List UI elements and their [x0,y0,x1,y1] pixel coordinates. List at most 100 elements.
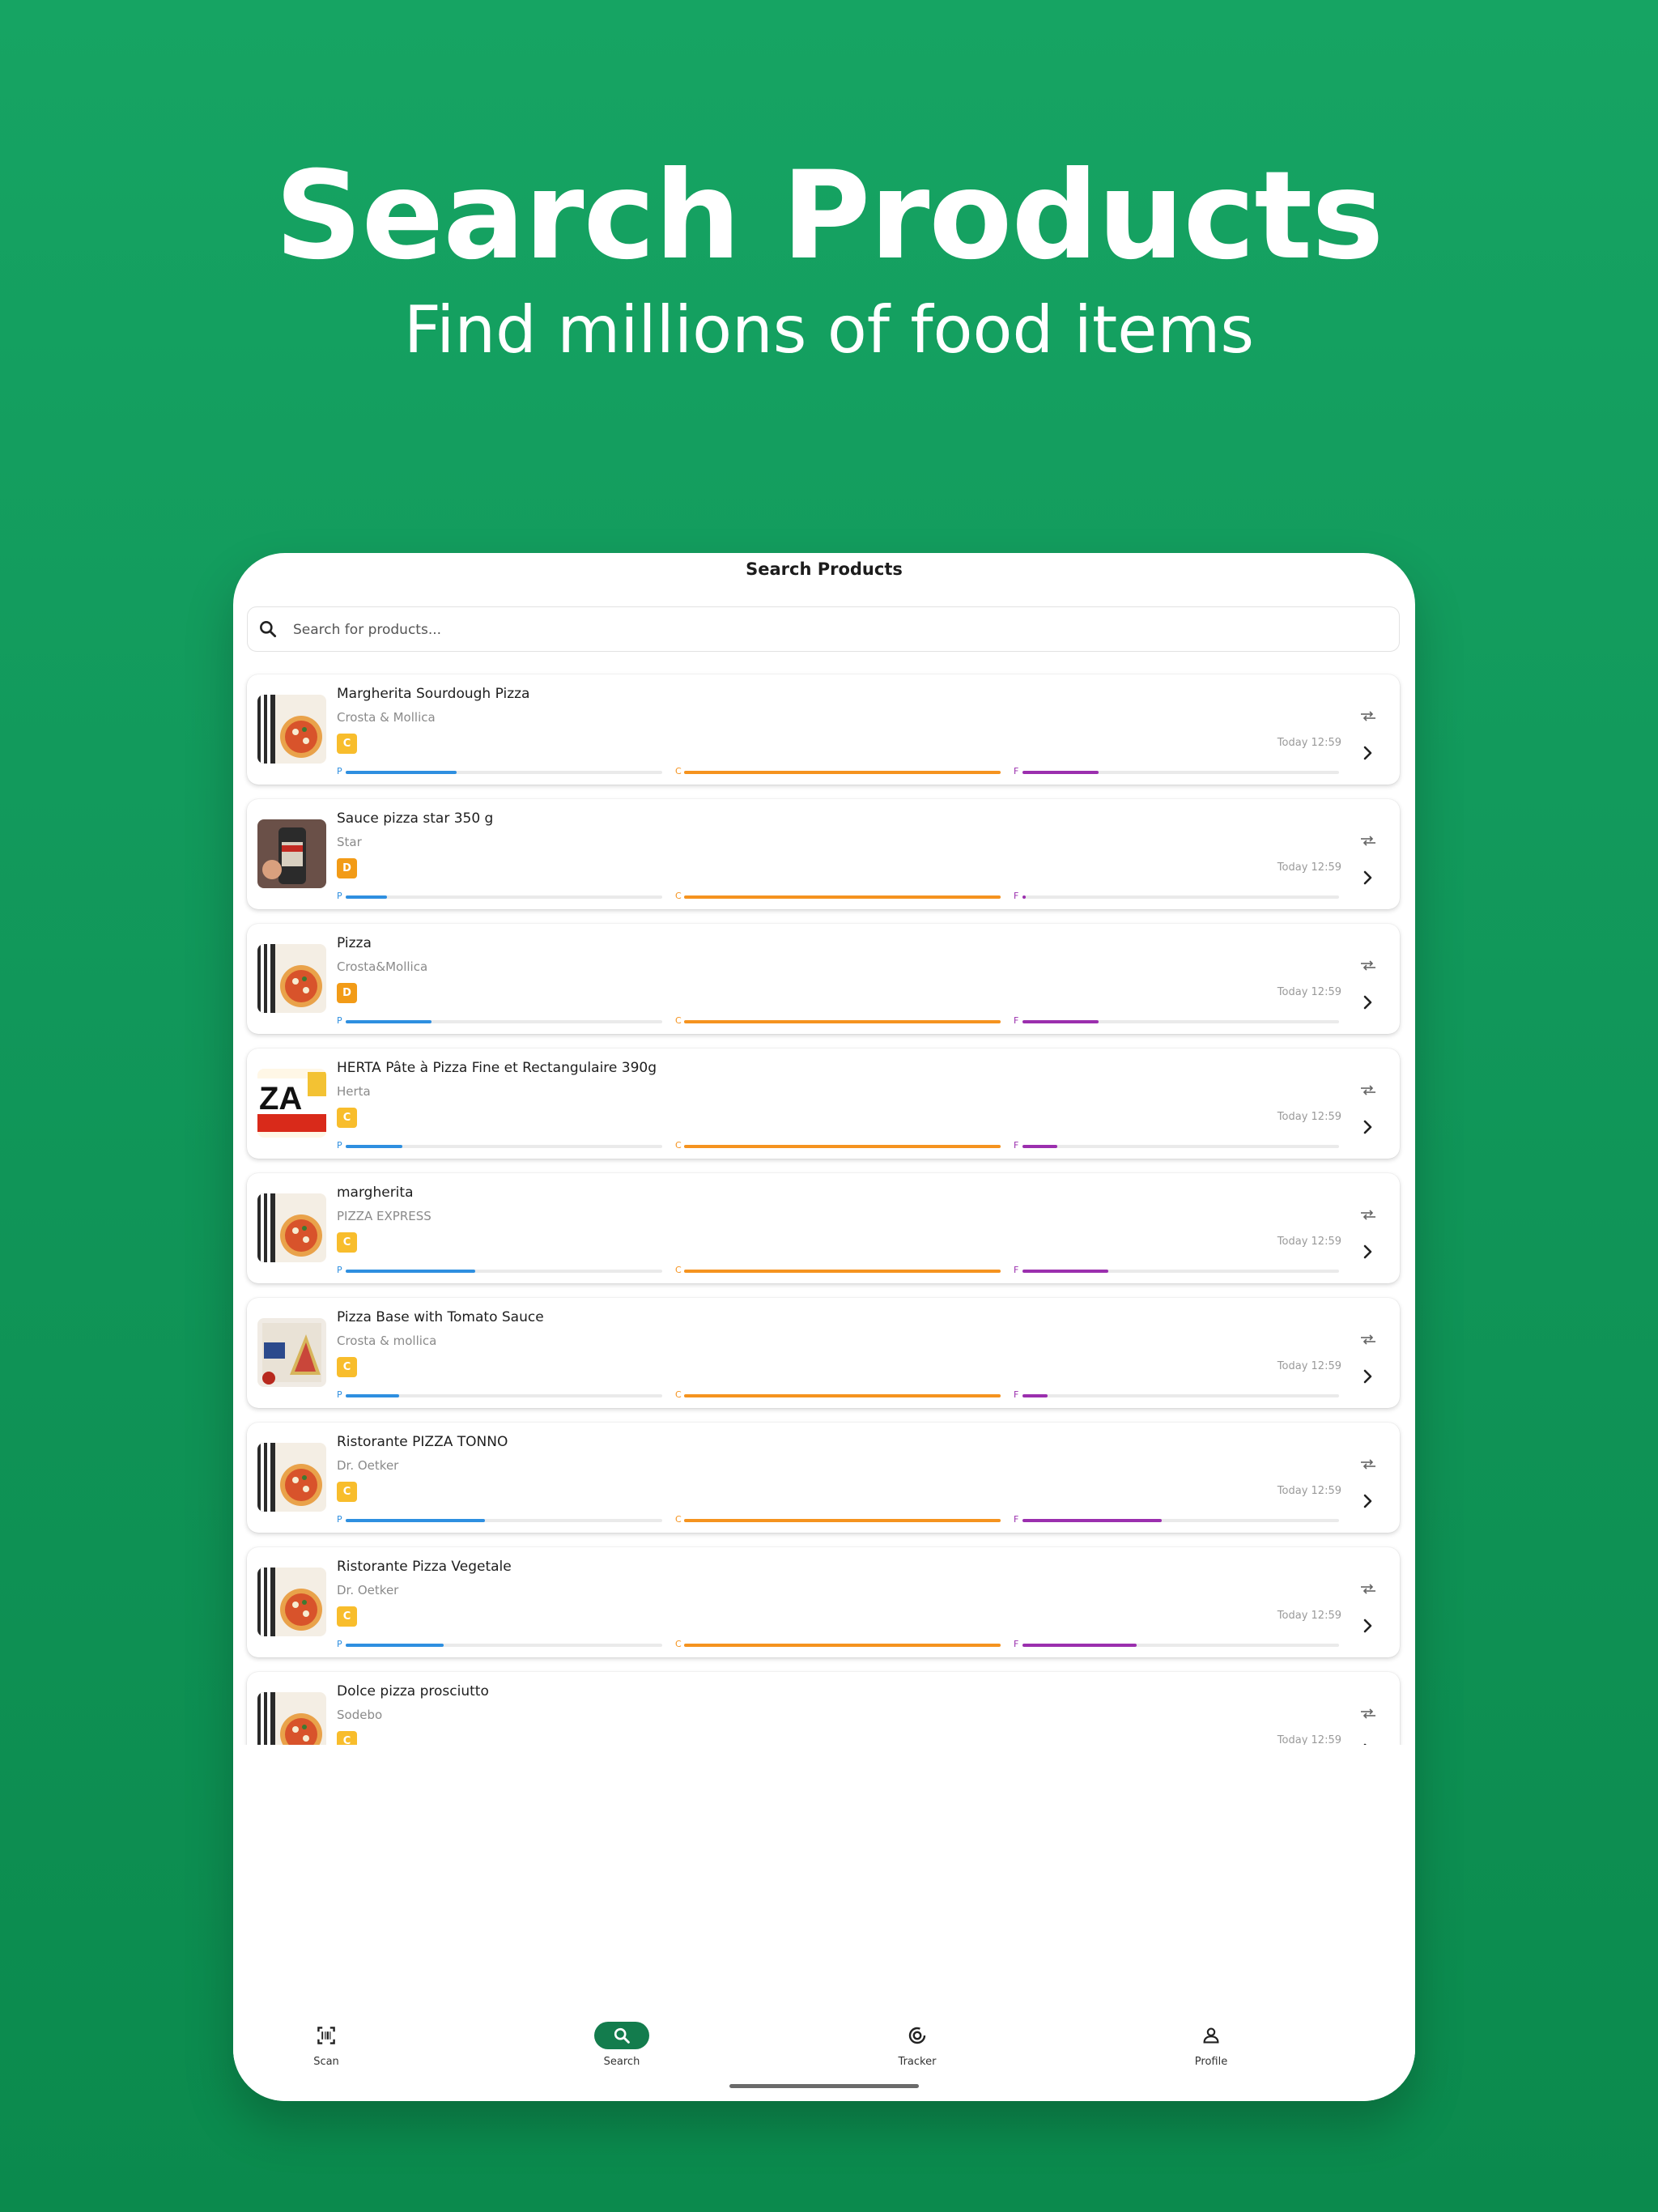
product-image [257,1568,326,1636]
compare-icon[interactable] [1359,1084,1377,1095]
product-brand: Dr. Oetker [337,1583,399,1597]
product-card[interactable]: Dolce pizza prosciutto Sodebo C Today 12… [247,1672,1400,1745]
chevron-right-icon[interactable] [1363,1243,1374,1261]
nutri-grade-badge: C [337,1731,357,1745]
product-name: HERTA Pâte à Pizza Fine et Rectangulaire… [337,1060,657,1076]
nav-search-pill[interactable] [594,2022,649,2049]
pizza-box-icon [257,944,326,1013]
compare-icon[interactable] [1359,835,1377,846]
nutri-grade-badge: C [337,734,357,754]
product-name: Ristorante Pizza Vegetale [337,1559,512,1575]
product-name: Sauce pizza star 350 g [337,810,494,827]
product-timestamp: Today 12:59 [1277,1360,1341,1372]
fat-fill [1022,1145,1057,1148]
product-name: Dolce pizza prosciutto [337,1683,489,1699]
nav-label: Profile [1194,2056,1228,2068]
fat-fill [1022,1020,1099,1023]
fat-label: F [1014,891,1019,901]
product-card[interactable]: Pizza Base with Tomato Sauce Crosta & mo… [247,1298,1400,1408]
chevron-right-icon[interactable] [1363,744,1374,762]
nutri-grade-badge: C [337,1482,357,1502]
fat-fill [1022,771,1099,774]
search-bar[interactable] [247,606,1400,652]
product-image: ZA [257,1069,326,1138]
tablet-screen: Search Products Margherita Sourdough Piz… [233,553,1415,2101]
protein-label: P [337,891,342,901]
product-card[interactable]: ZA HERTA Pâte à Pizza Fine et Rectangula… [247,1049,1400,1159]
protein-fill [346,1644,444,1647]
chevron-right-icon[interactable] [1363,1368,1374,1385]
nav-scan-pill[interactable] [299,2022,354,2049]
nav-tracker-pill[interactable] [890,2022,945,2049]
pizza-box-icon [257,1193,326,1262]
protein-label: P [337,1639,342,1649]
carbs-bar: C [675,1514,1001,1525]
compare-icon[interactable] [1359,1209,1377,1220]
compare-icon[interactable] [1359,710,1377,721]
fat-label: F [1014,1265,1019,1275]
protein-fill [346,771,457,774]
compare-icon[interactable] [1359,1334,1377,1345]
product-timestamp: Today 12:59 [1277,1734,1341,1745]
chevron-right-icon[interactable] [1363,993,1374,1011]
chevron-right-icon[interactable] [1363,1617,1374,1635]
fat-bar: F [1014,1389,1339,1401]
product-card[interactable]: Ristorante PIZZA TONNO Dr. Oetker C Toda… [247,1423,1400,1533]
chevron-right-icon[interactable] [1363,1742,1374,1745]
compare-icon[interactable] [1359,1458,1377,1470]
chevron-right-icon[interactable] [1363,1118,1374,1136]
protein-label: P [337,1015,342,1026]
carbs-bar: C [675,1015,1001,1027]
carbs-fill [684,1394,1001,1397]
product-name: Margherita Sourdough Pizza [337,686,530,702]
sauce-jar-icon [257,819,326,888]
fat-bar: F [1014,1639,1339,1650]
dough-pack-icon: ZA [257,1069,326,1138]
protein-fill [346,1020,432,1023]
product-image [257,1443,326,1512]
compare-icon[interactable] [1359,959,1377,971]
search-input[interactable] [291,614,1380,646]
nav-label: Search [603,2056,640,2068]
fat-bar: F [1014,1265,1339,1276]
product-list[interactable]: Margherita Sourdough Pizza Crosta & Moll… [233,668,1415,1745]
product-brand: Herta [337,1084,371,1099]
product-image [257,819,326,888]
carbs-bar: C [675,1389,1001,1401]
protein-bar: P [337,1015,662,1027]
page-title: Search Products [746,559,903,579]
nav-profile-pill[interactable] [1184,2022,1239,2049]
carbs-fill [684,895,1001,899]
product-card[interactable]: Ristorante Pizza Vegetale Dr. Oetker C T… [247,1547,1400,1657]
protein-bar: P [337,766,662,777]
product-card[interactable]: Sauce pizza star 350 g Star D Today 12:5… [247,799,1400,909]
compare-icon[interactable] [1359,1583,1377,1594]
product-brand: PIZZA EXPRESS [337,1209,432,1223]
protein-bar: P [337,1514,662,1525]
pizza-base-icon [257,1318,326,1387]
protein-fill [346,1519,486,1522]
nav-label: Tracker [898,2056,937,2068]
product-image [257,695,326,764]
nutri-grade-badge: C [337,1606,357,1627]
protein-label: P [337,766,342,776]
product-card[interactable]: Margherita Sourdough Pizza Crosta & Moll… [247,674,1400,785]
protein-label: P [337,1265,342,1275]
protein-bar: P [337,1389,662,1401]
carbs-bar: C [675,1265,1001,1276]
protein-bar: P [337,891,662,902]
product-card[interactable]: margherita PIZZA EXPRESS C Today 12:59 P… [247,1173,1400,1283]
chevron-right-icon[interactable] [1363,869,1374,887]
product-timestamp: Today 12:59 [1277,737,1341,749]
protein-bar: P [337,1639,662,1650]
protein-bar: P [337,1265,662,1276]
product-card[interactable]: Pizza Crosta&Mollica D Today 12:59 P C F [247,924,1400,1034]
tracker-icon [908,2027,926,2044]
product-brand: Crosta & Mollica [337,710,436,725]
carbs-label: C [675,1389,682,1400]
svg-text:ZA: ZA [259,1081,302,1117]
protein-label: P [337,1389,342,1400]
fat-fill [1022,1394,1048,1397]
compare-icon[interactable] [1359,1708,1377,1719]
chevron-right-icon[interactable] [1363,1492,1374,1510]
